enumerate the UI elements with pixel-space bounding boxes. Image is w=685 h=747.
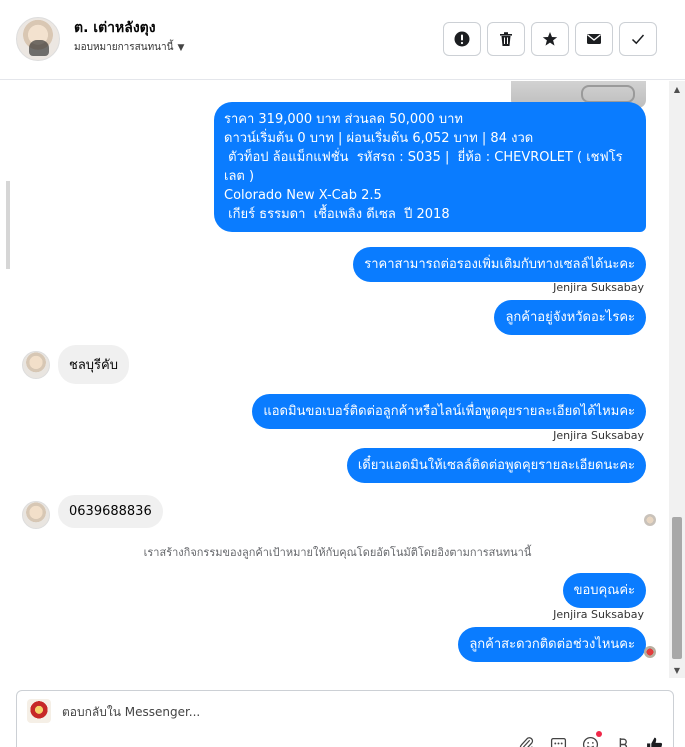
star-button[interactable] xyxy=(531,22,569,56)
attach-button[interactable] xyxy=(517,735,535,747)
like-button[interactable] xyxy=(645,735,663,747)
notification-dot xyxy=(596,731,602,737)
car-offer-message[interactable]: ราคา 319,000 บาท ส่วนลด 50,000 บาท ดาวน์… xyxy=(214,102,646,232)
incoming-message[interactable]: ชลบุรีคับ xyxy=(58,345,129,384)
reply-input[interactable] xyxy=(62,705,622,719)
outgoing-message[interactable]: เดี๋ยวแอดมินให้เซลล์ติดต่อพูดคุยรายละเอี… xyxy=(346,448,646,483)
saved-reply-button[interactable] xyxy=(549,735,567,747)
message-line: ราคา 319,000 บาท ส่วนลด 50,000 บาท xyxy=(224,112,463,127)
messenger-inbox-window: ต. เต่าหลังตุง มอบหมายการสนทนานี้ ▼ ราคา… xyxy=(0,0,685,747)
read-receipt-icon xyxy=(644,646,656,658)
like-icon xyxy=(646,737,662,747)
trash-icon xyxy=(500,32,512,46)
contact-avatar-small[interactable] xyxy=(22,351,50,379)
emoji-icon xyxy=(582,736,598,747)
delete-button[interactable] xyxy=(487,22,525,56)
composer-tools xyxy=(517,731,663,747)
currency-icon xyxy=(619,737,627,747)
contact-name[interactable]: ต. เต่าหลังตุง xyxy=(74,17,156,39)
check-icon xyxy=(631,34,645,45)
outgoing-message[interactable]: แอดมินขอเบอร์ติดต่อลูกค้าหรือไลน์เพื่อพู… xyxy=(252,394,646,429)
message-line: Colorado New X-Cab 2.5 xyxy=(224,188,382,203)
mark-done-button[interactable] xyxy=(619,22,657,56)
header-actions xyxy=(443,22,657,56)
message-line: ดาวน์เริ่มต้น 0 บาท | ผ่อนเริ่มต้น 6,052… xyxy=(224,131,534,146)
left-panel-scroll-edge xyxy=(6,181,10,269)
mark-unread-button[interactable] xyxy=(575,22,613,56)
message-line: เลต ) xyxy=(224,169,255,184)
conversation-header: ต. เต่าหลังตุง มอบหมายการสนทนานี้ ▼ xyxy=(0,0,685,80)
caret-down-icon: ▼ xyxy=(177,42,185,53)
assign-label: มอบหมายการสนทนานี้ xyxy=(74,42,174,53)
chat-scrollbar[interactable]: ▲ ▼ xyxy=(669,81,685,678)
message-thread[interactable]: ราคา 319,000 บาท ส่วนลด 50,000 บาท ดาวน์… xyxy=(6,81,669,678)
message-line: ตัวท็อป ล้อแม็กแฟชั่น รหัสรถ : S035 | ยี… xyxy=(224,150,623,165)
paperclip-icon xyxy=(519,736,533,747)
reply-composer xyxy=(16,690,674,747)
system-note: เราสร้างกิจกรรมของลูกค้าเป้าหมายให้กับคุ… xyxy=(143,546,532,559)
outgoing-message[interactable]: ขอบคุณค่ะ xyxy=(562,573,646,608)
page-avatar xyxy=(27,699,51,723)
sender-name: Jenjira Suksabay xyxy=(553,281,644,294)
star-icon xyxy=(542,32,558,46)
outgoing-message[interactable]: ลูกค้าสะดวกติดต่อช่วงไหนคะ xyxy=(458,627,646,662)
emoji-button[interactable] xyxy=(581,731,602,747)
report-button[interactable] xyxy=(443,22,481,56)
contact-avatar[interactable] xyxy=(16,17,60,61)
sender-name: Jenjira Suksabay xyxy=(553,429,644,442)
saved-reply-icon xyxy=(550,737,566,747)
payment-button[interactable] xyxy=(613,735,631,747)
assign-conversation-dropdown[interactable]: มอบหมายการสนทนานี้ ▼ xyxy=(74,40,184,55)
seen-avatar-icon xyxy=(644,514,656,526)
envelope-icon xyxy=(587,34,601,44)
scroll-up-icon[interactable]: ▲ xyxy=(669,81,685,97)
message-line: เกียร์ ธรรมดา เชื้อเพลิง ดีเซล ปี 2018 xyxy=(224,207,450,222)
contact-avatar-small[interactable] xyxy=(22,501,50,529)
incoming-message[interactable]: 0639688836 xyxy=(58,495,163,528)
sender-name: Jenjira Suksabay xyxy=(553,608,644,621)
exclamation-icon xyxy=(454,31,470,47)
scroll-down-icon[interactable]: ▼ xyxy=(669,662,685,678)
outgoing-message[interactable]: ลูกค้าอยู่จังหวัดอะไรคะ xyxy=(494,300,646,335)
scrollbar-thumb[interactable] xyxy=(672,517,682,659)
outgoing-message[interactable]: ราคาสามารถต่อรองเพิ่มเติมกับทางเซลล์ได้น… xyxy=(353,247,646,282)
